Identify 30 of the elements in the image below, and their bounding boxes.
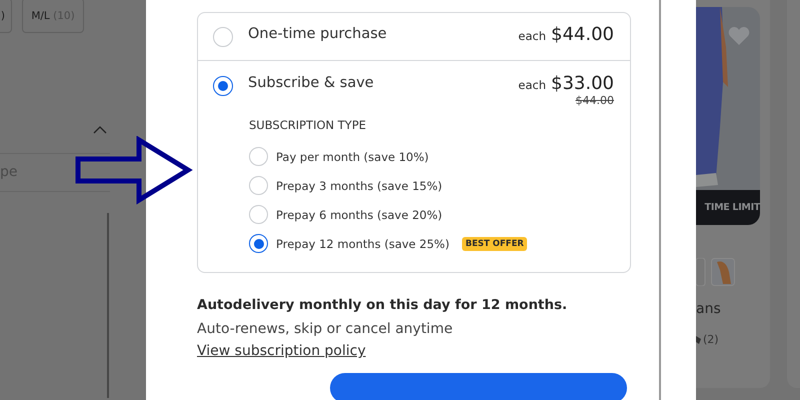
option-label: One-time purchase [248, 26, 388, 42]
radio-button[interactable] [249, 234, 268, 253]
radio-button[interactable] [213, 76, 233, 96]
product-card[interactable]: TIME LIMIT ans (2) [696, 0, 770, 388]
original-price: $44.00 [576, 95, 614, 106]
option-label: Pay per month (save 10%) [276, 150, 429, 164]
swatch-thumbnail [696, 258, 706, 286]
scrollbar[interactable] [107, 213, 109, 398]
offer-badge: BEST OFFER [462, 236, 527, 250]
review-count: (2) [703, 333, 719, 346]
chevron-up-icon [93, 125, 107, 134]
price: $33.00 [551, 74, 614, 94]
promo-banner: TIME LIMIT [696, 190, 760, 225]
size-chip[interactable]: ) [0, 0, 12, 33]
price-prefix: each [518, 77, 546, 94]
option-label: Prepay 12 months (save 25%) [276, 236, 450, 250]
swatch-thumbnail [711, 258, 735, 286]
delivery-note: Autodelivery monthly on this day for 12 months. [197, 297, 568, 313]
option-label: Subscribe & save [248, 75, 375, 91]
policy-link[interactable]: View subscription policy [197, 343, 366, 359]
heart-icon [728, 27, 750, 46]
option-label: Prepay 3 months (save 15%) [276, 178, 442, 192]
scrollbar[interactable] [659, 0, 661, 400]
option-label: Prepay 6 months (save 20%) [276, 208, 442, 222]
primary-button[interactable] [330, 373, 627, 400]
price: $44.00 [551, 25, 614, 45]
section-heading: SUBSCRIPTION TYPE [249, 118, 368, 132]
renewal-note: Auto-renews, skip or cancel anytime [197, 321, 454, 337]
price-prefix: each [518, 28, 546, 45]
product-name: ans [696, 301, 722, 317]
